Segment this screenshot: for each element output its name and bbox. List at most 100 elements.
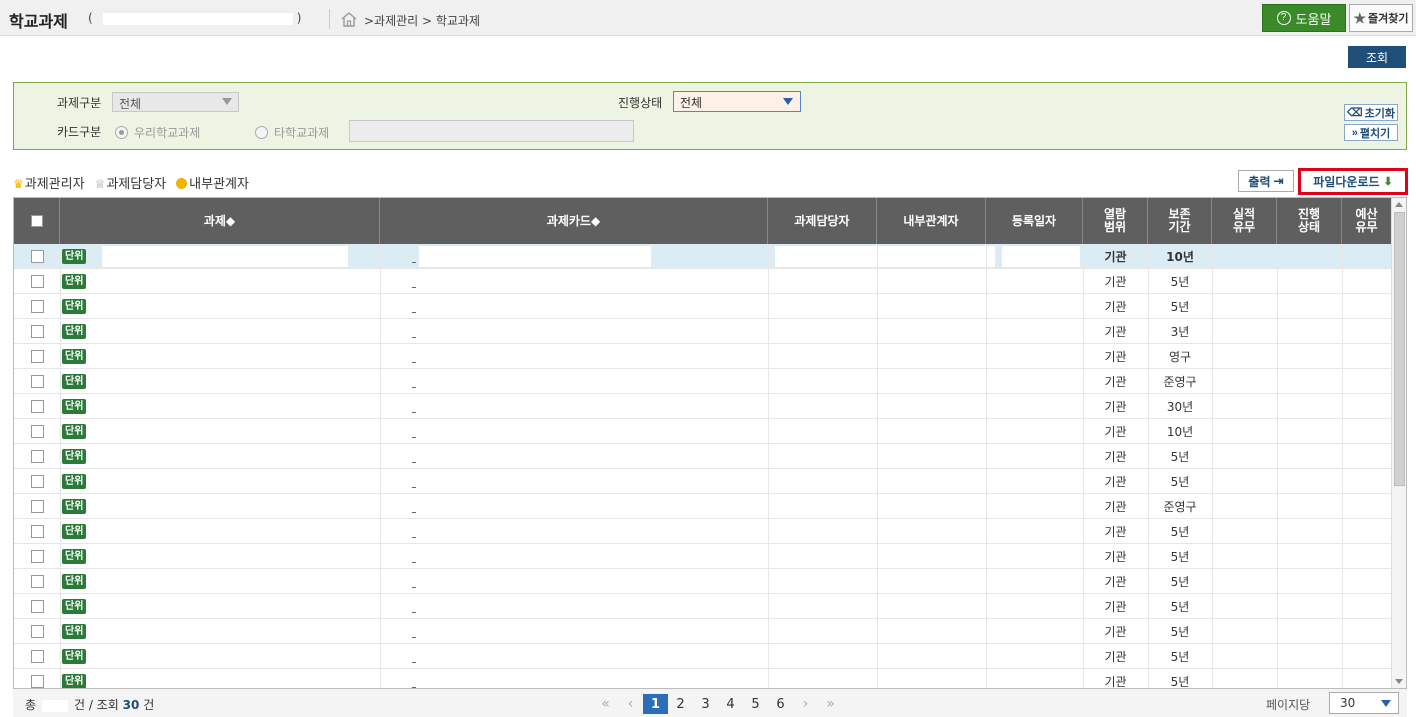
link-stub xyxy=(412,612,416,613)
last-page-icon[interactable]: » xyxy=(818,694,843,714)
row-checkbox[interactable] xyxy=(30,625,44,638)
scroll-up-icon[interactable] xyxy=(1395,202,1403,207)
table-row[interactable]: 단위 기관 5년 xyxy=(14,444,1391,469)
card-search-input[interactable] xyxy=(349,120,634,142)
legend-assignee: ♕과제담당자 xyxy=(94,177,167,192)
table-row[interactable]: 단위 기관 10년 xyxy=(14,419,1391,444)
redacted-block xyxy=(1002,396,1080,417)
status-select[interactable]: 전체 xyxy=(673,91,801,112)
redacted-block xyxy=(1002,346,1080,367)
table-row[interactable]: 단위 기관 5년 xyxy=(14,544,1391,569)
help-button[interactable]: ? 도움말 xyxy=(1262,4,1346,32)
column-divider xyxy=(1148,244,1149,688)
row-checkbox[interactable] xyxy=(30,550,44,563)
col-status: 진행 상태 xyxy=(1277,198,1342,244)
page-4-button[interactable]: 4 xyxy=(718,694,743,714)
table-row[interactable]: 단위 기관 준영구 xyxy=(14,494,1391,519)
table-row[interactable]: 단위 기관 5년 xyxy=(14,619,1391,644)
row-checkbox[interactable] xyxy=(30,450,44,463)
task-type-label: 과제구분 xyxy=(57,96,102,110)
row-checkbox[interactable] xyxy=(30,375,44,388)
row-checkbox[interactable] xyxy=(30,600,44,613)
redacted-block xyxy=(775,421,995,442)
task-type-select[interactable]: 전체 xyxy=(112,92,239,112)
file-download-button[interactable]: 파일다운로드 ⬇ xyxy=(1298,168,1408,195)
row-checkbox[interactable] xyxy=(30,425,44,438)
eraser-icon: ⌫ xyxy=(1347,107,1363,119)
row-check-cell xyxy=(14,544,60,569)
column-divider xyxy=(380,244,381,688)
table-row[interactable]: 단위 기관 5년 xyxy=(14,594,1391,619)
row-checkbox[interactable] xyxy=(30,250,44,263)
table-row[interactable]: 단위 기관 5년 xyxy=(14,269,1391,294)
next-page-icon[interactable]: › xyxy=(793,694,818,714)
unit-badge: 단위 xyxy=(62,324,87,339)
scope-cell: 기관 xyxy=(1104,625,1127,639)
title-subinfo: () xyxy=(88,11,302,25)
row-checkbox[interactable] xyxy=(30,300,44,313)
row-checkbox[interactable] xyxy=(30,500,44,513)
col-task-card[interactable]: 과제카드◆ xyxy=(380,198,768,244)
column-divider xyxy=(877,244,878,688)
redacted-block xyxy=(775,621,995,642)
table-row[interactable]: 단위 기관 10년 xyxy=(14,244,1391,269)
page-1-button[interactable]: 1 xyxy=(643,694,668,714)
table-row[interactable]: 단위 기관 준영구 xyxy=(14,369,1391,394)
page-3-button[interactable]: 3 xyxy=(693,694,718,714)
page-6-button[interactable]: 6 xyxy=(768,694,793,714)
period-cell: 5년 xyxy=(1170,475,1190,489)
expand-button[interactable]: » 펼치기 xyxy=(1344,124,1398,141)
redacted-block xyxy=(419,246,651,267)
first-page-icon[interactable]: « xyxy=(593,694,618,714)
table-row[interactable]: 단위 기관 5년 xyxy=(14,519,1391,544)
row-checkbox[interactable] xyxy=(30,650,44,663)
table-row[interactable]: 단위 기관 5년 xyxy=(14,294,1391,319)
link-stub xyxy=(412,437,416,438)
table-header: 과제◆ 과제카드◆ 과제담당자 내부관계자 등록일자 열람 범위 보존 기간 실… xyxy=(14,198,1391,244)
row-checkbox[interactable] xyxy=(30,325,44,338)
select-all-checkbox[interactable] xyxy=(30,215,43,227)
scroll-down-icon[interactable] xyxy=(1395,679,1403,684)
page-2-button[interactable]: 2 xyxy=(668,694,693,714)
redacted-block xyxy=(102,496,348,517)
home-icon[interactable] xyxy=(340,11,358,27)
redacted-block xyxy=(419,321,651,342)
row-checkbox[interactable] xyxy=(30,475,44,488)
page-5-button[interactable]: 5 xyxy=(743,694,768,714)
row-checkbox[interactable] xyxy=(30,350,44,363)
redacted-block xyxy=(1002,471,1080,492)
link-stub xyxy=(412,587,416,588)
link-stub xyxy=(412,462,416,463)
unit-badge: 단위 xyxy=(62,399,87,414)
col-reg-date: 등록일자 xyxy=(986,198,1083,244)
per-page-select[interactable]: 30 xyxy=(1329,692,1399,714)
reset-button[interactable]: ⌫ 초기화 xyxy=(1344,104,1398,121)
period-cell: 5년 xyxy=(1170,275,1190,289)
table-row[interactable]: 단위 기관 30년 xyxy=(14,394,1391,419)
row-checkbox[interactable] xyxy=(30,575,44,588)
prev-page-icon[interactable]: ‹ xyxy=(618,694,643,714)
scroll-thumb[interactable] xyxy=(1394,212,1405,486)
card-other-radio[interactable] xyxy=(255,126,268,139)
print-button[interactable]: 출력 ⇥ xyxy=(1238,170,1294,192)
row-checkbox[interactable] xyxy=(30,400,44,413)
row-checkbox[interactable] xyxy=(30,275,44,288)
card-ours-radio[interactable] xyxy=(115,126,128,139)
favorites-button[interactable]: ★ 즐겨찾기 xyxy=(1349,4,1413,32)
table-row[interactable]: 단위 기관 5년 xyxy=(14,569,1391,594)
link-stub xyxy=(412,537,416,538)
row-check-cell xyxy=(14,344,60,369)
table-row[interactable]: 단위 기관 5년 xyxy=(14,469,1391,494)
row-checkbox[interactable] xyxy=(30,675,44,688)
table-row[interactable]: 단위 기관 5년 xyxy=(14,669,1391,688)
link-stub xyxy=(412,687,416,688)
vertical-scrollbar[interactable] xyxy=(1391,198,1406,688)
col-task[interactable]: 과제◆ xyxy=(60,198,380,244)
table-row[interactable]: 단위 기관 3년 xyxy=(14,319,1391,344)
row-checkbox[interactable] xyxy=(30,525,44,538)
redacted-block xyxy=(102,571,348,592)
table-row[interactable]: 단위 기관 5년 xyxy=(14,644,1391,669)
scope-cell: 기관 xyxy=(1104,325,1127,339)
table-row[interactable]: 단위 기관 영구 xyxy=(14,344,1391,369)
search-button[interactable]: 조회 xyxy=(1348,46,1406,68)
